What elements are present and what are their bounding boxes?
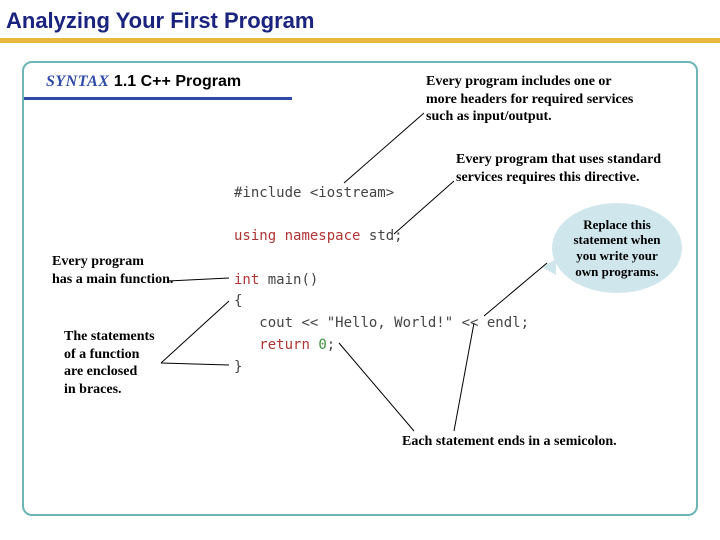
title-underline [0,38,720,43]
callout-text: Replace this statement when you write yo… [564,217,670,279]
code-brace-open: { [234,293,242,309]
syntax-number: 1.1 [114,73,136,90]
code-namespace-kw: namespace [285,228,361,244]
code-include: #include <iostream> [234,185,394,201]
syntax-header-underline [24,97,292,100]
code-return-semi: ; [327,337,335,353]
code-std: std; [369,228,403,244]
annotation-main: Every program has a main function. [52,253,212,288]
code-brace-close: } [234,359,242,375]
code-return-val: 0 [318,337,326,353]
code-indent1 [234,315,259,331]
annotation-directive: Every program that uses standard service… [456,151,686,186]
annotation-headers: Every program includes one or more heade… [426,73,666,126]
annotation-callout: Replace this statement when you write yo… [552,203,682,293]
annotation-braces: The statements of a function are enclose… [64,328,214,398]
annotation-semicolon: Each statement ends in a semicolon. [402,433,682,451]
page-header: Analyzing Your First Program [0,0,720,38]
syntax-label: SYNTAX [46,73,109,90]
syntax-title: C++ Program [141,73,241,90]
page-title: Analyzing Your First Program [6,8,314,33]
code-indent2 [234,337,259,353]
code-main: main() [268,272,319,288]
code-return-kw: return [259,337,310,353]
code-block: #include <iostream> using namespace std;… [234,183,529,378]
code-int-kw: int [234,272,259,288]
syntax-panel: SYNTAX 1.1 C++ Program #include <iostrea… [22,61,698,516]
syntax-header: SYNTAX 1.1 C++ Program [24,73,241,91]
code-cout: cout << "Hello, World!" << endl; [259,315,529,331]
code-using-kw: using [234,228,276,244]
